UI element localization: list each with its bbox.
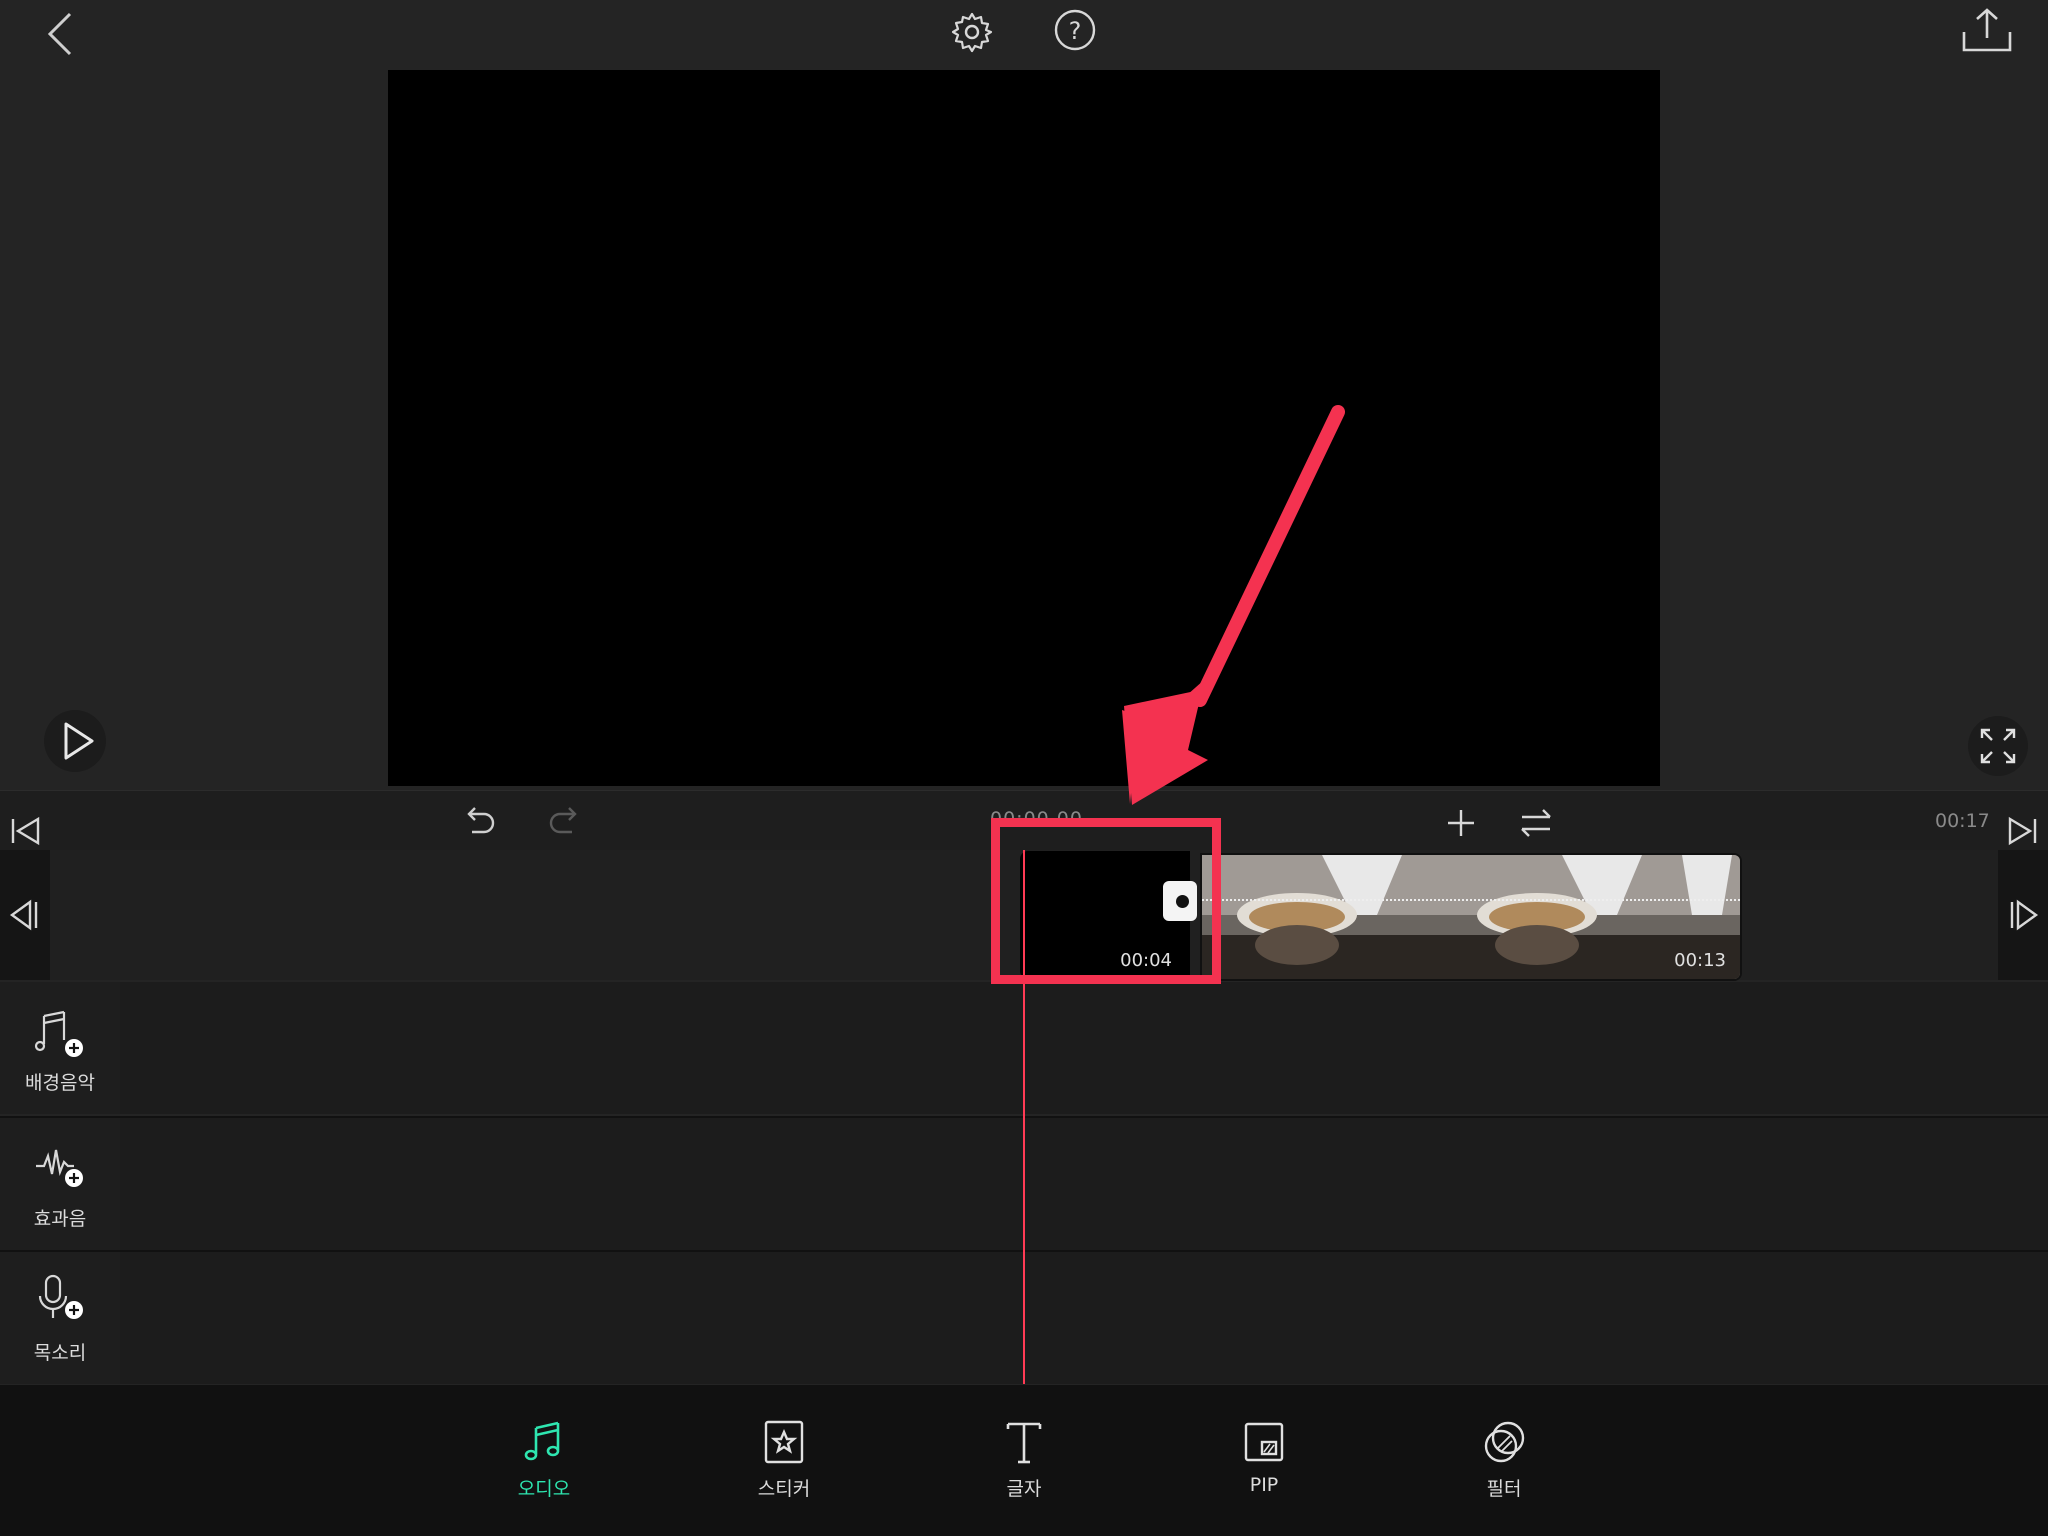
row-header[interactable]: 목소리 bbox=[0, 1252, 120, 1384]
pip-icon bbox=[1244, 1422, 1284, 1462]
redo-button[interactable] bbox=[546, 804, 582, 836]
play-button[interactable] bbox=[44, 710, 106, 772]
total-duration: 00:17 bbox=[1935, 810, 1990, 832]
annotation-highlight-box bbox=[991, 818, 1221, 984]
row-label: 효과음 bbox=[33, 1208, 87, 1230]
clip-duration: 00:13 bbox=[1674, 950, 1726, 971]
clip-thumbnail bbox=[1442, 855, 1682, 979]
play-icon bbox=[64, 722, 94, 760]
undo-button[interactable] bbox=[462, 804, 498, 836]
export-button[interactable] bbox=[1960, 6, 2014, 54]
skip-end-icon bbox=[2008, 816, 2037, 846]
row-header[interactable]: 효과음 bbox=[0, 1118, 120, 1250]
tab-label: 오디오 bbox=[517, 1478, 571, 1500]
share-upload-icon bbox=[1962, 8, 2012, 52]
settings-button[interactable] bbox=[950, 10, 994, 54]
music-add-icon bbox=[34, 1010, 83, 1057]
swap-arrows-icon bbox=[1521, 809, 1551, 837]
star-box-icon bbox=[764, 1420, 804, 1464]
track-scroll-left[interactable] bbox=[0, 850, 50, 980]
fullscreen-button[interactable] bbox=[1968, 716, 2028, 776]
svg-text:?: ? bbox=[1069, 17, 1082, 45]
track-scroll-right[interactable] bbox=[1998, 850, 2048, 980]
tab-filter[interactable]: 필터 bbox=[1444, 1418, 1564, 1501]
microphone-add-icon bbox=[38, 1274, 83, 1319]
tab-label: 스티커 bbox=[757, 1478, 811, 1500]
undo-icon bbox=[467, 807, 495, 834]
question-circle-icon: ? bbox=[1054, 9, 1096, 51]
tab-label: PIP bbox=[1249, 1474, 1279, 1496]
video-preview[interactable] bbox=[388, 70, 1660, 786]
tab-text[interactable]: 글자 bbox=[964, 1418, 1084, 1501]
tab-label: 글자 bbox=[1006, 1478, 1042, 1500]
waveform-add-icon bbox=[36, 1149, 83, 1187]
filter-icon bbox=[1484, 1421, 1525, 1463]
row-header[interactable]: 배경음악 bbox=[0, 982, 120, 1114]
volume-line bbox=[1202, 899, 1740, 901]
jump-to-end-button[interactable] bbox=[2006, 814, 2040, 848]
tab-sticker[interactable]: 스티커 bbox=[724, 1418, 844, 1501]
tab-label: 필터 bbox=[1486, 1478, 1522, 1500]
row-label: 배경음악 bbox=[25, 1072, 95, 1094]
tab-audio[interactable]: 오디오 bbox=[484, 1418, 604, 1501]
clip-photo[interactable]: 00:13 bbox=[1200, 853, 1742, 981]
redo-icon bbox=[549, 807, 577, 834]
expand-icon bbox=[1980, 728, 2016, 764]
frame-forward-icon bbox=[2010, 899, 2039, 931]
row-label: 목소리 bbox=[33, 1342, 87, 1364]
gear-icon bbox=[951, 12, 993, 53]
swap-button[interactable] bbox=[1518, 806, 1554, 840]
frame-back-icon bbox=[9, 899, 38, 931]
music-note-icon bbox=[524, 1421, 560, 1461]
plus-icon bbox=[1448, 810, 1474, 836]
jump-to-start-button[interactable] bbox=[8, 814, 42, 848]
annotation-arrow-icon bbox=[1122, 405, 1345, 805]
chevron-left-icon bbox=[47, 12, 72, 56]
text-icon bbox=[1006, 1422, 1042, 1464]
back-button[interactable] bbox=[40, 8, 84, 56]
clip-thumbnail bbox=[1202, 855, 1442, 979]
help-button[interactable]: ? bbox=[1053, 8, 1097, 52]
tab-pip[interactable]: PIP bbox=[1204, 1418, 1324, 1496]
add-clip-button[interactable] bbox=[1444, 806, 1478, 840]
skip-start-icon bbox=[11, 816, 40, 846]
